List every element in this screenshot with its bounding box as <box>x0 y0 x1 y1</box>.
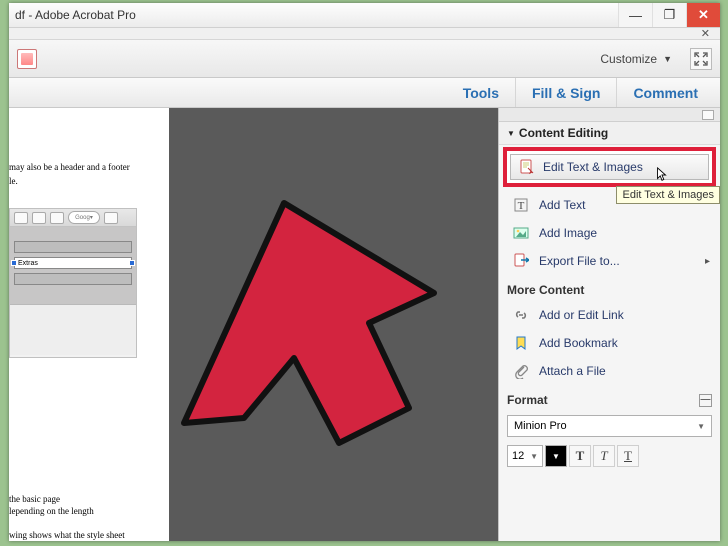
add-image-label: Add Image <box>539 226 597 240</box>
add-image-icon <box>513 225 529 241</box>
svg-text:T: T <box>518 200 525 212</box>
tabbar: Tools Fill & Sign Comment <box>9 78 720 108</box>
add-bookmark-button[interactable]: Add Bookmark <box>499 329 720 357</box>
caret-down-icon: ▼ <box>552 452 560 461</box>
bookmark-icon <box>513 335 529 351</box>
inset-nav-extra[interactable] <box>104 212 118 224</box>
annotation-arrow <box>164 163 444 493</box>
collapse-icon[interactable]: — <box>699 394 712 407</box>
format-label: Format <box>507 393 548 407</box>
app-window: df - Adobe Acrobat Pro — ❐ ✕ ✕ Customize… <box>9 3 720 541</box>
export-file-label: Export File to... <box>539 254 620 268</box>
selection-handle[interactable] <box>11 260 17 266</box>
caret-down-icon: ▼ <box>663 54 672 64</box>
window-title: df - Adobe Acrobat Pro <box>9 8 618 22</box>
format-controls-row: 12 ▼ ▼ T T T <box>499 441 720 471</box>
inset-body: Extras <box>10 227 136 305</box>
highlight-annotation: Edit Text & Images <box>503 147 716 187</box>
edit-text-images-button[interactable]: Edit Text & Images <box>510 154 709 180</box>
tab-comment[interactable]: Comment <box>616 78 714 107</box>
export-file-button[interactable]: Export File to... <box>499 247 720 275</box>
add-link-button[interactable]: Add or Edit Link <box>499 301 720 329</box>
inset-nav-forward[interactable] <box>32 212 46 224</box>
document-viewport[interactable]: may also be a header and a footer le. Go… <box>9 108 498 541</box>
document-text: lepending on the length <box>9 506 165 516</box>
document-close-button[interactable]: ✕ <box>701 27 710 40</box>
minimize-button[interactable]: — <box>618 3 652 27</box>
fullscreen-icon <box>694 52 708 66</box>
collapse-triangle-icon: ▼ <box>507 129 515 138</box>
menubar: ✕ <box>9 28 720 40</box>
caret-down-icon: ▼ <box>530 452 538 461</box>
font-row: Minion Pro ▼ <box>499 411 720 441</box>
panel-options-button[interactable] <box>702 110 714 120</box>
section-title: Content Editing <box>519 126 608 140</box>
font-size-select[interactable]: 12 ▼ <box>507 445 543 467</box>
close-button[interactable]: ✕ <box>686 3 720 27</box>
bold-button[interactable]: T <box>569 445 591 467</box>
add-text-label: Add Text <box>539 198 585 212</box>
document-text: the basic page <box>9 494 165 504</box>
titlebar: df - Adobe Acrobat Pro — ❐ ✕ <box>9 3 720 28</box>
document-text: wing shows what the style sheet <box>9 530 165 540</box>
add-link-label: Add or Edit Link <box>539 308 624 322</box>
attach-file-button[interactable]: Attach a File <box>499 357 720 385</box>
selection-handle[interactable] <box>129 260 135 266</box>
add-image-button[interactable]: Add Image <box>499 219 720 247</box>
font-family-select[interactable]: Minion Pro ▼ <box>507 415 712 437</box>
edit-text-images-label: Edit Text & Images <box>543 160 643 174</box>
more-content-header: More Content <box>499 275 720 301</box>
inset-nav-stop[interactable] <box>50 212 64 224</box>
inset-window: Goog▾ Extras <box>9 208 137 358</box>
tools-panel: ▼ Content Editing Edit Text & Images Ed <box>498 108 720 541</box>
maximize-button[interactable]: ❐ <box>652 3 686 27</box>
fullscreen-button[interactable] <box>690 48 712 70</box>
inset-data-row[interactable]: Extras <box>14 257 132 269</box>
edit-page-icon <box>519 159 535 175</box>
inset-lower <box>10 305 136 355</box>
text-color-button[interactable]: ▼ <box>545 445 567 467</box>
inset-footer-row <box>14 273 132 285</box>
inset-nav-back[interactable] <box>14 212 28 224</box>
tooltip: Edit Text & Images <box>616 186 720 204</box>
customize-label: Customize <box>600 52 657 66</box>
window-buttons: — ❐ ✕ <box>618 3 720 27</box>
tab-tools[interactable]: Tools <box>447 78 515 107</box>
add-text-icon: T <box>513 197 529 213</box>
toolbar: Customize ▼ <box>9 40 720 78</box>
customize-button[interactable]: Customize ▼ <box>592 48 680 70</box>
underline-button[interactable]: T <box>617 445 639 467</box>
link-icon <box>513 307 529 323</box>
format-header: Format — <box>499 385 720 411</box>
document-text: may also be a header and a footer <box>9 162 163 172</box>
more-content-label: More Content <box>507 283 584 297</box>
font-name-value: Minion Pro <box>514 420 567 432</box>
export-file-icon <box>513 253 529 269</box>
content-editing-header[interactable]: ▼ Content Editing <box>499 122 720 145</box>
panel-tabstrip <box>499 108 720 122</box>
content-area: may also be a header and a footer le. Go… <box>9 108 720 541</box>
document-page-bottom: the basic page lepending on the length w… <box>9 488 169 541</box>
inset-row-label: Extras <box>18 260 38 267</box>
cursor-icon <box>656 167 668 183</box>
caret-down-icon: ▼ <box>697 422 705 431</box>
inset-toolbar: Goog▾ <box>10 209 136 227</box>
document-text: le. <box>9 176 163 186</box>
create-pdf-icon[interactable] <box>17 49 37 69</box>
add-bookmark-label: Add Bookmark <box>539 336 618 350</box>
attach-file-label: Attach a File <box>539 364 606 378</box>
tab-fill-sign[interactable]: Fill & Sign <box>515 78 616 107</box>
inset-search-dropdown[interactable]: Goog▾ <box>68 211 100 224</box>
inset-header-row <box>14 241 132 253</box>
paperclip-icon <box>513 363 529 379</box>
font-size-value: 12 <box>512 450 524 462</box>
italic-button[interactable]: T <box>593 445 615 467</box>
